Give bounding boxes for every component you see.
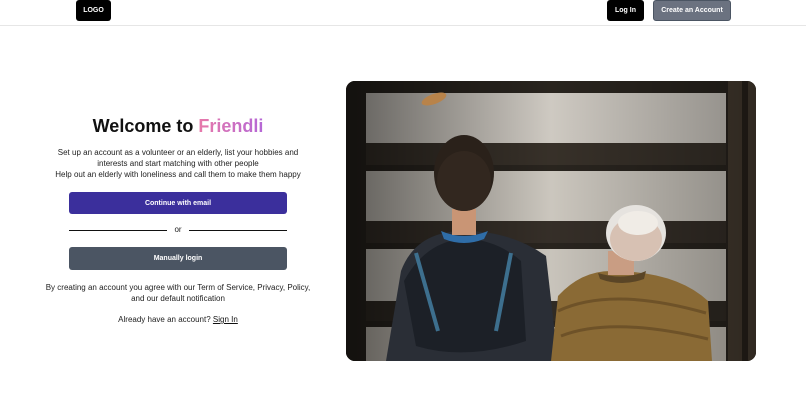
already-account-text: Already have an account? [118,315,211,324]
description: Set up an account as a volunteer or an e… [30,147,326,180]
create-account-button[interactable]: Create an Account [653,0,731,21]
or-divider: or [69,225,287,237]
terms-notice: By creating an account you agree with ou… [45,283,311,303]
description-line: Set up an account as a volunteer or an e… [57,148,299,157]
stairs-two-people-image [346,81,756,361]
manual-login-button[interactable]: Manually login [69,247,287,270]
top-navbar: LOGO Log In Create an Account [0,0,806,26]
hero-photo [346,81,756,361]
already-account-line: Already have an account? Sign In [0,315,356,324]
divider-line-right [189,230,287,231]
title-prefix: Welcome to [92,116,194,136]
login-button[interactable]: Log In [607,0,644,21]
sign-in-link[interactable]: Sign In [213,315,238,324]
description-line: Help out an elderly with loneliness and … [55,170,301,179]
logo[interactable]: LOGO [76,0,111,21]
page-title: Welcome to Friendli [0,116,356,137]
brand-name: Friendli [198,116,264,136]
continue-with-email-button[interactable]: Continue with email [69,192,287,214]
description-line: interests and start matching with other … [97,159,259,168]
